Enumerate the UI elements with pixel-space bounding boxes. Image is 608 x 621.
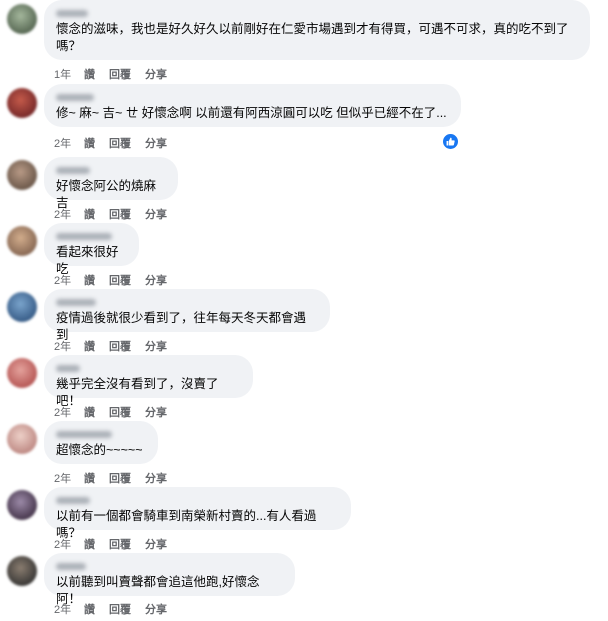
share-button[interactable]: 分享 bbox=[145, 536, 167, 552]
like-button[interactable]: 讚 bbox=[84, 536, 95, 552]
share-button[interactable]: 分享 bbox=[145, 135, 167, 151]
comment-bubble: 幾乎完全沒有看到了，沒賣了吧！ bbox=[44, 355, 253, 408]
comment-actions: 2年 讚 回覆 分享 bbox=[54, 135, 181, 151]
comment-text: 懷念的滋味，我也是好久好久以前剛好在仁愛市場遇到才有得買，可遇不可求，真的吃不到… bbox=[56, 22, 569, 53]
like-button[interactable]: 讚 bbox=[84, 470, 95, 486]
share-button[interactable]: 分享 bbox=[145, 470, 167, 486]
reply-button[interactable]: 回覆 bbox=[109, 470, 131, 486]
avatar[interactable] bbox=[7, 88, 37, 118]
comment-actions: 2年 讚 回覆 分享 bbox=[54, 470, 181, 486]
commenter-name[interactable] bbox=[56, 560, 283, 572]
reply-button[interactable]: 回覆 bbox=[109, 601, 131, 617]
avatar[interactable] bbox=[7, 226, 37, 256]
avatar[interactable] bbox=[7, 424, 37, 454]
like-button[interactable]: 讚 bbox=[84, 404, 95, 420]
comment-time[interactable]: 2年 bbox=[54, 338, 84, 354]
comment-actions: 2年 讚 回覆 分享 bbox=[54, 404, 181, 420]
avatar[interactable] bbox=[7, 490, 37, 520]
comment-bubble: 看起來很好吃 bbox=[44, 223, 139, 276]
like-button[interactable]: 讚 bbox=[84, 135, 95, 151]
comment-actions: 2年 讚 回覆 分享 bbox=[54, 206, 181, 222]
avatar[interactable] bbox=[7, 160, 37, 190]
commenter-name[interactable] bbox=[56, 428, 146, 440]
commenter-name[interactable] bbox=[56, 494, 339, 506]
commenter-name[interactable] bbox=[56, 7, 578, 19]
comment-actions: 2年 讚 回覆 分享 bbox=[54, 272, 181, 288]
comment-actions: 1年 讚 回覆 分享 bbox=[54, 66, 181, 82]
comment-bubble: 好懷念阿公的燒麻吉 bbox=[44, 157, 178, 210]
share-button[interactable]: 分享 bbox=[145, 66, 167, 82]
commenter-name[interactable] bbox=[56, 91, 449, 103]
share-button[interactable]: 分享 bbox=[145, 206, 167, 222]
avatar[interactable] bbox=[7, 4, 37, 34]
comment-actions: 2年 讚 回覆 分享 bbox=[54, 536, 181, 552]
reply-button[interactable]: 回覆 bbox=[109, 206, 131, 222]
share-button[interactable]: 分享 bbox=[145, 338, 167, 354]
reply-button[interactable]: 回覆 bbox=[109, 272, 131, 288]
reply-button[interactable]: 回覆 bbox=[109, 135, 131, 151]
comment-time[interactable]: 2年 bbox=[54, 135, 84, 151]
comment-time[interactable]: 2年 bbox=[54, 206, 84, 222]
reply-button[interactable]: 回覆 bbox=[109, 536, 131, 552]
avatar[interactable] bbox=[7, 556, 37, 586]
avatar[interactable] bbox=[7, 358, 37, 388]
commenter-name[interactable] bbox=[56, 164, 166, 176]
comment-actions: 2年 讚 回覆 分享 bbox=[54, 338, 181, 354]
share-button[interactable]: 分享 bbox=[145, 601, 167, 617]
comment-time[interactable]: 2年 bbox=[54, 470, 84, 486]
like-reaction-icon[interactable] bbox=[443, 134, 458, 149]
like-button[interactable]: 讚 bbox=[84, 601, 95, 617]
comment-text: 修~ 麻~ 吉~ ㄝ 好懷念啊 以前還有阿西涼圓可以吃 但似乎已經不在了... bbox=[56, 106, 447, 120]
reply-button[interactable]: 回覆 bbox=[109, 66, 131, 82]
like-button[interactable]: 讚 bbox=[84, 272, 95, 288]
comment-bubble: 修~ 麻~ 吉~ ㄝ 好懷念啊 以前還有阿西涼圓可以吃 但似乎已經不在了... bbox=[44, 84, 461, 127]
like-button[interactable]: 讚 bbox=[84, 206, 95, 222]
share-button[interactable]: 分享 bbox=[145, 404, 167, 420]
comment-bubble: 疫情過後就很少看到了，往年每天冬天都會遇到 bbox=[44, 289, 330, 342]
comment-text: 超懷念的~~~~~ bbox=[56, 443, 143, 457]
comment-bubble: 以前有一個都會騎車到南榮新村賣的...有人看過嗎？ bbox=[44, 487, 351, 540]
comment-time[interactable]: 2年 bbox=[54, 272, 84, 288]
commenter-name[interactable] bbox=[56, 362, 241, 374]
comment-bubble: 以前聽到叫賣聲都會追這他跑,好懷念阿！ bbox=[44, 553, 295, 606]
comment-time[interactable]: 2年 bbox=[54, 404, 84, 420]
share-button[interactable]: 分享 bbox=[145, 272, 167, 288]
avatar[interactable] bbox=[7, 292, 37, 322]
comment-bubble: 懷念的滋味，我也是好久好久以前剛好在仁愛市場遇到才有得買，可遇不可求，真的吃不到… bbox=[44, 0, 590, 60]
comment-time[interactable]: 1年 bbox=[54, 66, 84, 82]
comment-time[interactable]: 2年 bbox=[54, 601, 84, 617]
comment-time[interactable]: 2年 bbox=[54, 536, 84, 552]
reply-button[interactable]: 回覆 bbox=[109, 338, 131, 354]
commenter-name[interactable] bbox=[56, 230, 127, 242]
reply-button[interactable]: 回覆 bbox=[109, 404, 131, 420]
comment-bubble: 超懷念的~~~~~ bbox=[44, 421, 158, 464]
like-button[interactable]: 讚 bbox=[84, 66, 95, 82]
like-button[interactable]: 讚 bbox=[84, 338, 95, 354]
commenter-name[interactable] bbox=[56, 296, 318, 308]
comment-actions: 2年 讚 回覆 分享 bbox=[54, 601, 181, 617]
